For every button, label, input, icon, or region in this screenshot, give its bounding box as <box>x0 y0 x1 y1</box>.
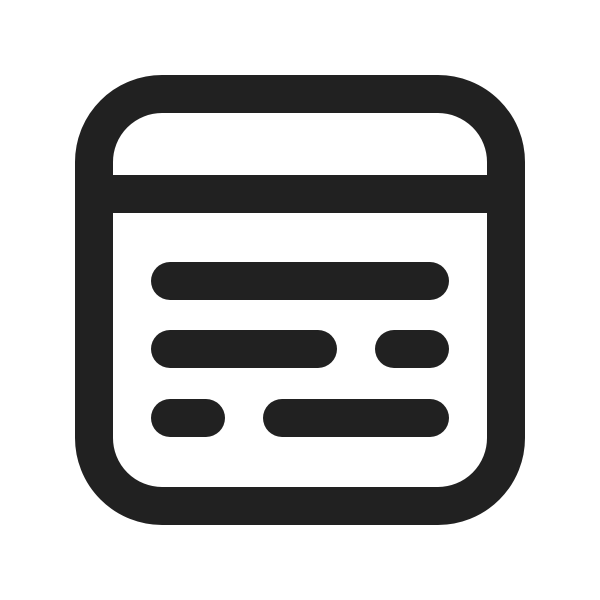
icon-canvas <box>0 0 600 600</box>
text-window-icon <box>75 75 525 525</box>
